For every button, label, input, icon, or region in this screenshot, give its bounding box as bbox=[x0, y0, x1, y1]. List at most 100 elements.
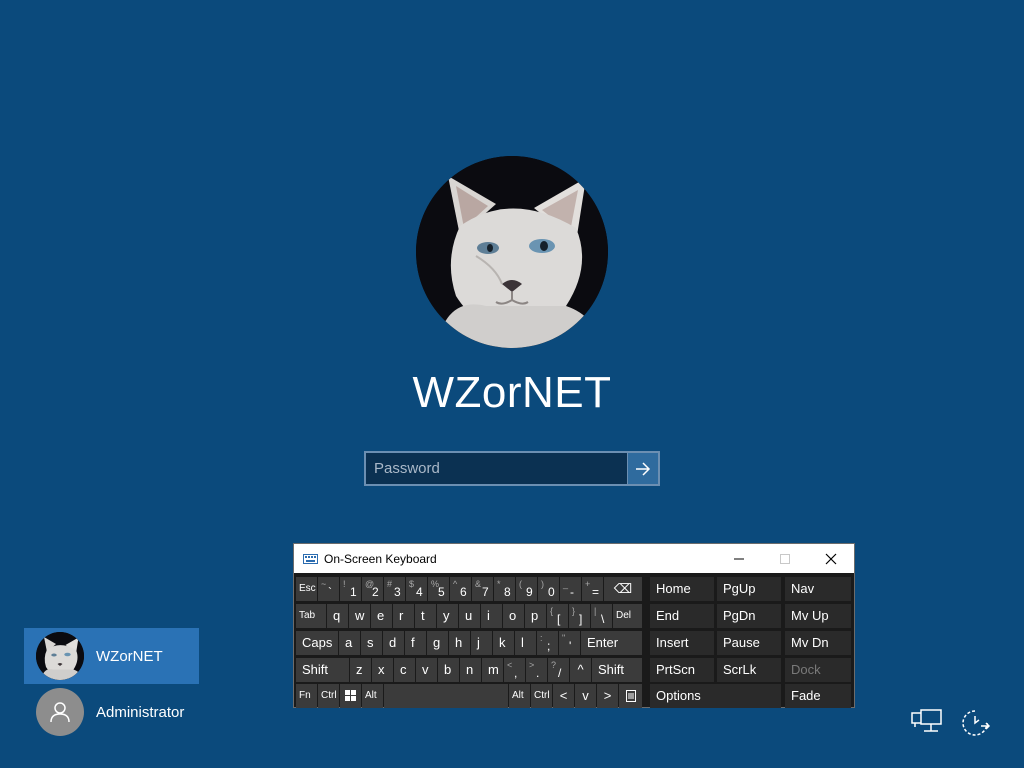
key-ctrl-left[interactable]: Ctrl bbox=[318, 684, 339, 708]
key-menu[interactable] bbox=[619, 684, 642, 708]
key-8[interactable]: * 8 bbox=[494, 577, 515, 601]
key-d[interactable]: d bbox=[383, 631, 404, 655]
key-backtick[interactable]: ~ ` bbox=[318, 577, 339, 601]
key-pgup[interactable]: PgUp bbox=[717, 577, 781, 601]
key-space[interactable] bbox=[384, 684, 508, 708]
cat-avatar-image bbox=[416, 156, 608, 348]
key-backspace[interactable]: ⌫ bbox=[604, 577, 642, 601]
key-insert[interactable]: Insert bbox=[650, 631, 714, 655]
key-h[interactable]: h bbox=[449, 631, 470, 655]
key-del[interactable]: Del bbox=[613, 604, 642, 628]
key-n[interactable]: n bbox=[460, 658, 481, 682]
user-list-item-wzornet[interactable]: WZorNET bbox=[24, 628, 199, 684]
key-2[interactable]: @2 bbox=[362, 577, 383, 601]
key-i[interactable]: i bbox=[481, 604, 502, 628]
close-button[interactable] bbox=[808, 544, 854, 573]
key-fade[interactable]: Fade bbox=[785, 684, 851, 708]
minimize-icon bbox=[734, 558, 744, 559]
right-arrow-icon: > bbox=[603, 688, 612, 703]
key-comma[interactable]: <, bbox=[504, 658, 525, 682]
submit-button[interactable] bbox=[627, 453, 658, 484]
key-fn[interactable]: Fn bbox=[296, 684, 317, 708]
key-0[interactable]: ) 0 bbox=[538, 577, 559, 601]
close-icon bbox=[825, 553, 837, 564]
key-esc[interactable]: Esc bbox=[296, 577, 317, 601]
key-scrlk[interactable]: ScrLk bbox=[717, 658, 781, 682]
key-6[interactable]: ^ 6 bbox=[450, 577, 471, 601]
key-e[interactable]: e bbox=[371, 604, 392, 628]
minimize-button[interactable] bbox=[716, 544, 762, 573]
key-k[interactable]: k bbox=[493, 631, 514, 655]
key-5[interactable]: % 5 bbox=[428, 577, 449, 601]
key-g[interactable]: g bbox=[427, 631, 448, 655]
key-u[interactable]: u bbox=[459, 604, 480, 628]
key-mv-up[interactable]: Mv Up bbox=[785, 604, 851, 628]
key-p[interactable]: p bbox=[525, 604, 546, 628]
key-x[interactable]: x bbox=[372, 658, 393, 682]
key-windows[interactable] bbox=[340, 684, 361, 708]
key-a[interactable]: a bbox=[339, 631, 360, 655]
key-f[interactable]: f bbox=[405, 631, 426, 655]
key-equals[interactable]: + = bbox=[582, 577, 603, 601]
key-4[interactable]: $4 bbox=[406, 577, 427, 601]
key-m[interactable]: m bbox=[482, 658, 503, 682]
network-button[interactable] bbox=[910, 707, 944, 739]
key-v[interactable]: v bbox=[416, 658, 437, 682]
key-down-arrow[interactable]: v bbox=[575, 684, 596, 708]
key-quote[interactable]: " ' bbox=[559, 631, 580, 655]
key-semicolon[interactable]: :; bbox=[537, 631, 558, 655]
key-3[interactable]: #3 bbox=[384, 577, 405, 601]
left-arrow-icon: < bbox=[559, 688, 568, 703]
password-input[interactable] bbox=[366, 453, 627, 484]
key-w[interactable]: w bbox=[349, 604, 370, 628]
key-7[interactable]: & 7 bbox=[472, 577, 493, 601]
key-s[interactable]: s bbox=[361, 631, 382, 655]
user-list-avatar bbox=[36, 688, 84, 736]
key-y[interactable]: y bbox=[437, 604, 458, 628]
key-shift-right[interactable]: Shift bbox=[592, 658, 642, 682]
arrow-right-icon bbox=[636, 461, 651, 476]
key-slash[interactable]: ? / bbox=[548, 658, 569, 682]
osk-titlebar[interactable]: On-Screen Keyboard bbox=[294, 544, 854, 573]
key-caps[interactable]: Caps bbox=[296, 631, 338, 655]
key-up-arrow[interactable]: ^ bbox=[570, 658, 591, 682]
key-dock: Dock bbox=[785, 658, 851, 682]
key-period[interactable]: >. bbox=[526, 658, 547, 682]
key-ctrl-right[interactable]: Ctrl bbox=[531, 684, 552, 708]
key-9[interactable]: (9 bbox=[516, 577, 537, 601]
key-right-arrow[interactable]: > bbox=[597, 684, 618, 708]
key-close-bracket[interactable]: }] bbox=[569, 604, 590, 628]
key-j[interactable]: j bbox=[471, 631, 492, 655]
key-end[interactable]: End bbox=[650, 604, 714, 628]
key-options[interactable]: Options bbox=[650, 684, 781, 708]
key-z[interactable]: z bbox=[350, 658, 371, 682]
key-shift-left[interactable]: Shift bbox=[296, 658, 349, 682]
key-c[interactable]: c bbox=[394, 658, 415, 682]
key-enter[interactable]: Enter bbox=[581, 631, 642, 655]
key-alt-left[interactable]: Alt bbox=[362, 684, 383, 708]
key-tab[interactable]: Tab bbox=[296, 604, 326, 628]
key-t[interactable]: t bbox=[415, 604, 436, 628]
key-prtscn[interactable]: PrtScn bbox=[650, 658, 714, 682]
user-list-item-administrator[interactable]: Administrator bbox=[24, 684, 199, 740]
user-name: WZorNET bbox=[412, 368, 612, 417]
key-pgdn[interactable]: PgDn bbox=[717, 604, 781, 628]
key-nav[interactable]: Nav bbox=[785, 577, 851, 601]
key-b[interactable]: b bbox=[438, 658, 459, 682]
ease-of-access-button[interactable] bbox=[958, 707, 992, 739]
key-q[interactable]: q bbox=[327, 604, 348, 628]
key-1[interactable]: ! 1 bbox=[340, 577, 361, 601]
key-pause[interactable]: Pause bbox=[717, 631, 781, 655]
key-r[interactable]: r bbox=[393, 604, 414, 628]
key-home[interactable]: Home bbox=[650, 577, 714, 601]
key-o[interactable]: o bbox=[503, 604, 524, 628]
key-mv-dn[interactable]: Mv Dn bbox=[785, 631, 851, 655]
on-screen-keyboard-window: On-Screen Keyboard Esc ~ ` ! 1 @2 #3 $4 % 5… bbox=[293, 543, 855, 708]
key-minus[interactable]: _ - bbox=[560, 577, 581, 601]
key-l[interactable]: l bbox=[515, 631, 536, 655]
key-left-arrow[interactable]: < bbox=[553, 684, 574, 708]
key-open-bracket[interactable]: {[ bbox=[547, 604, 568, 628]
key-backslash[interactable]: | \ bbox=[591, 604, 612, 628]
maximize-button[interactable] bbox=[762, 544, 808, 573]
key-alt-right[interactable]: Alt bbox=[509, 684, 530, 708]
